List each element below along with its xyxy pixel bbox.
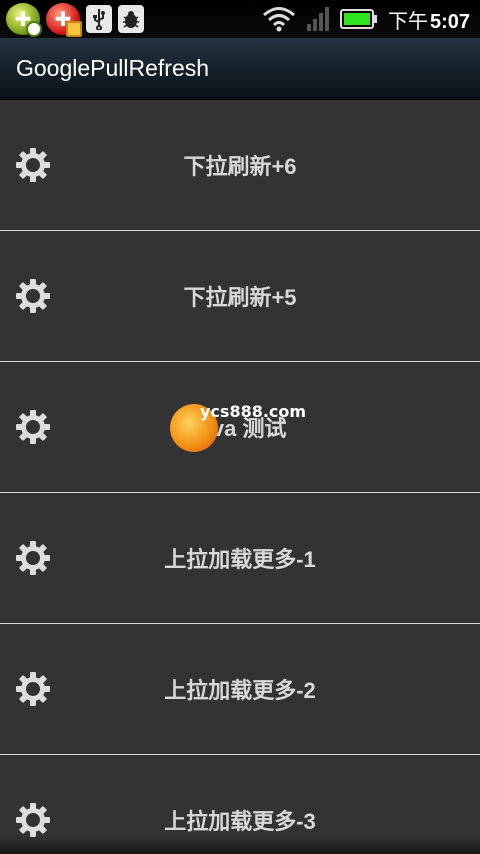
usb-icon: [86, 5, 112, 33]
list-item-label: 下拉刷新+6: [183, 154, 297, 179]
list-item-label: 上拉加载更多-1: [164, 547, 316, 572]
list-item-label: 下拉刷新+5: [183, 285, 297, 310]
wifi-icon: [262, 6, 296, 32]
pull-refresh-list[interactable]: 下拉刷新+6 下拉刷新+5 java 测试 上拉加载更多-1 上拉加载更多-2 …: [0, 100, 480, 854]
app-title-bar: GooglePullRefresh: [0, 38, 480, 100]
list-item[interactable]: 上拉加载更多-2: [0, 624, 480, 755]
clock-period: 下午: [387, 10, 428, 33]
notification-icons: ✚ ✚: [6, 3, 144, 37]
list-item[interactable]: java 测试: [0, 362, 480, 493]
battery-icon: [339, 8, 378, 30]
app-add-red-icon: ✚: [46, 3, 82, 37]
bottom-fade: [0, 836, 480, 854]
gear-icon: [16, 803, 50, 837]
debug-icon: [118, 5, 144, 33]
gear-icon: [16, 541, 50, 575]
app-add-green-icon: ✚: [6, 3, 42, 37]
list-item[interactable]: 上拉加载更多-1: [0, 493, 480, 624]
clock: 下午 5:07: [388, 5, 470, 34]
status-bar: ✚ ✚ 下午 5:07: [0, 0, 480, 38]
list-item-label: java 测试: [193, 416, 287, 441]
app-title: GooglePullRefresh: [16, 55, 210, 81]
list-item-label: 上拉加载更多-3: [164, 809, 316, 834]
gear-icon: [16, 672, 50, 706]
clock-time: 5:07: [429, 10, 470, 33]
signal-strength-icon: [306, 6, 330, 32]
gear-icon: [16, 148, 50, 182]
gear-icon: [16, 279, 50, 313]
list-item[interactable]: 下拉刷新+5: [0, 231, 480, 362]
system-indicators: 下午 5:07: [262, 5, 474, 34]
list-item[interactable]: 下拉刷新+6: [0, 100, 480, 231]
gear-icon: [16, 410, 50, 444]
list-item-label: 上拉加载更多-2: [164, 678, 316, 703]
